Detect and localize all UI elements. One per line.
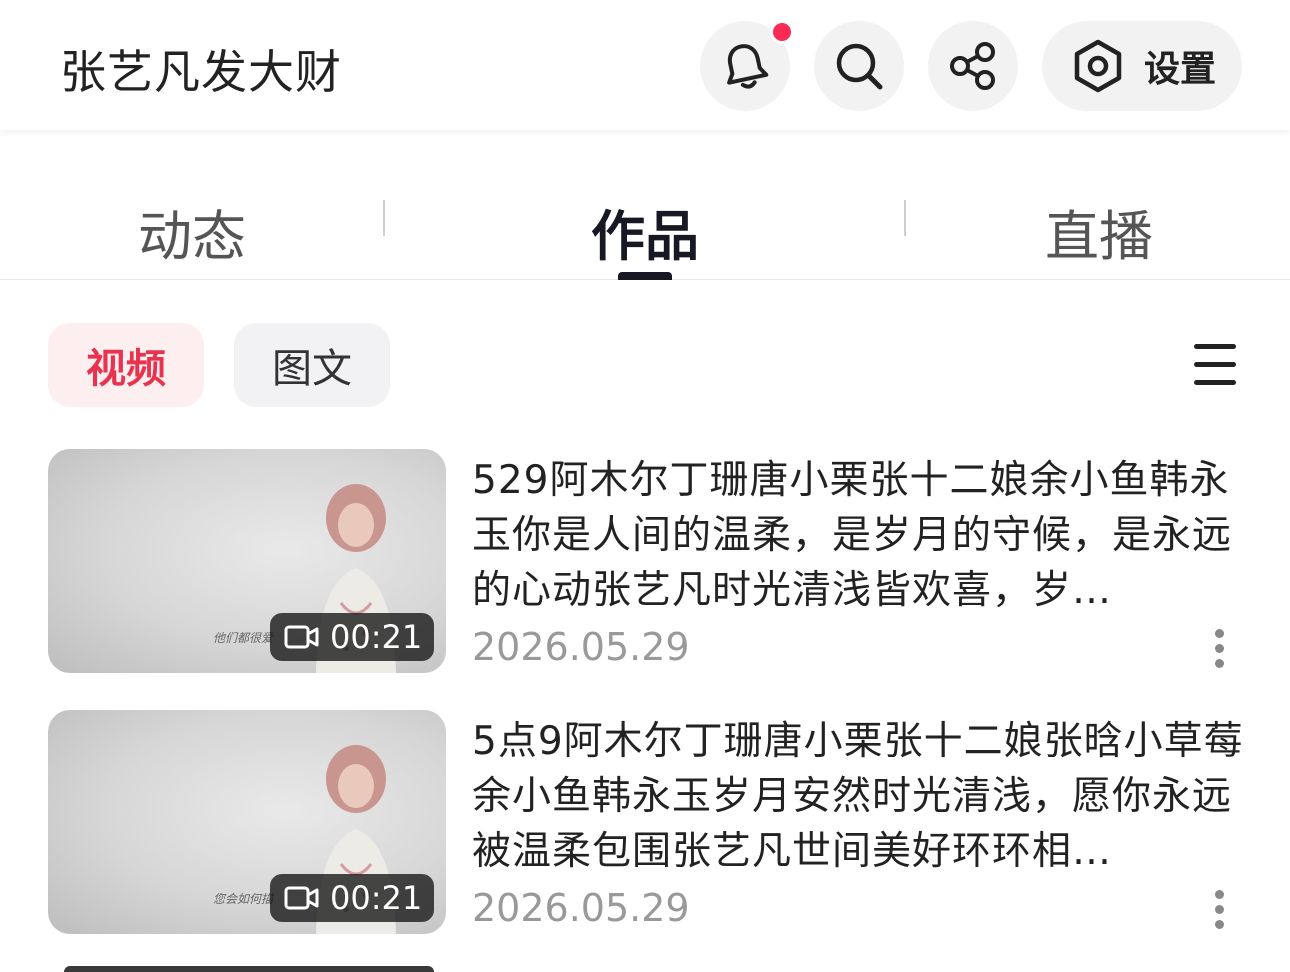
- video-camera-icon: [284, 886, 319, 910]
- video-date: 2026.05.29: [472, 886, 690, 930]
- next-video-thumbnail-edge: [64, 966, 434, 972]
- more-options-button[interactable]: [1204, 888, 1236, 932]
- settings-button[interactable]: 设置: [1042, 21, 1242, 111]
- video-title[interactable]: 529阿木尔丁珊唐小栗张十二娘余小鱼韩永玉你是人间的温柔，是岁月的守候，是永远的…: [472, 453, 1250, 618]
- duration-text: 00:21: [330, 879, 423, 917]
- notification-badge: [770, 20, 794, 44]
- more-icon-dot: [1215, 644, 1224, 653]
- tab-zhibo[interactable]: 直播: [1045, 192, 1153, 271]
- duration-badge: 00:21: [270, 874, 434, 922]
- video-thumbnail[interactable]: 他们都很爱 00:21: [48, 449, 446, 673]
- share-button[interactable]: [928, 21, 1018, 111]
- more-icon: [1215, 629, 1224, 638]
- list-menu-icon: [1194, 344, 1236, 349]
- video-thumbnail[interactable]: 您会如何描 00:21: [48, 710, 446, 934]
- more-options-button[interactable]: [1204, 627, 1236, 671]
- content-tabs: 动态 作品 直播: [0, 170, 1290, 280]
- search-button[interactable]: [814, 21, 904, 111]
- video-date: 2026.05.29: [472, 625, 690, 669]
- profile-header: 张艺凡发大财 设置: [0, 0, 1290, 130]
- filter-video-chip[interactable]: 视频: [48, 323, 204, 407]
- thumbnail-caption: 他们都很爱: [213, 631, 274, 645]
- video-camera-icon: [284, 625, 319, 649]
- tab-divider: [904, 200, 906, 236]
- more-icon-dot: [1215, 659, 1224, 668]
- duration-text: 00:21: [330, 618, 423, 656]
- tab-dongtai[interactable]: 动态: [138, 192, 246, 271]
- bell-icon: [727, 44, 769, 89]
- settings-label: 设置: [1144, 49, 1217, 90]
- share-icon: [950, 42, 995, 90]
- account-title: 张艺凡发大财: [60, 45, 342, 99]
- active-tab-indicator: [618, 272, 672, 280]
- video-title[interactable]: 5点9阿木尔丁珊唐小栗张十二娘张晗小草莓余小鱼韩永玉岁月安然时光清浅，愿你永远被…: [472, 714, 1250, 879]
- filter-tuwen-chip[interactable]: 图文: [234, 323, 390, 407]
- hexagon-settings-icon: [1074, 39, 1122, 93]
- list-menu-button[interactable]: [1190, 340, 1240, 390]
- list-menu-icon-line: [1194, 380, 1236, 385]
- more-icon: [1215, 890, 1224, 899]
- list-menu-icon-line: [1194, 362, 1236, 367]
- search-icon: [836, 43, 883, 90]
- thumbnail-caption: 您会如何描: [213, 892, 274, 906]
- video-list-item[interactable]: 您会如何描 00:21 5点9阿木尔丁珊唐小栗张十二娘张晗小草莓余小鱼韩永玉岁月…: [0, 710, 1290, 936]
- tab-zuopin[interactable]: 作品: [591, 192, 699, 271]
- video-list-item[interactable]: 他们都很爱 00:21 529阿木尔丁珊唐小栗张十二娘余小鱼韩永玉你是人间的温柔…: [0, 449, 1290, 675]
- duration-badge: 00:21: [270, 613, 434, 661]
- tab-divider: [383, 200, 385, 236]
- more-icon-dot: [1215, 905, 1224, 914]
- more-icon-dot: [1215, 920, 1224, 929]
